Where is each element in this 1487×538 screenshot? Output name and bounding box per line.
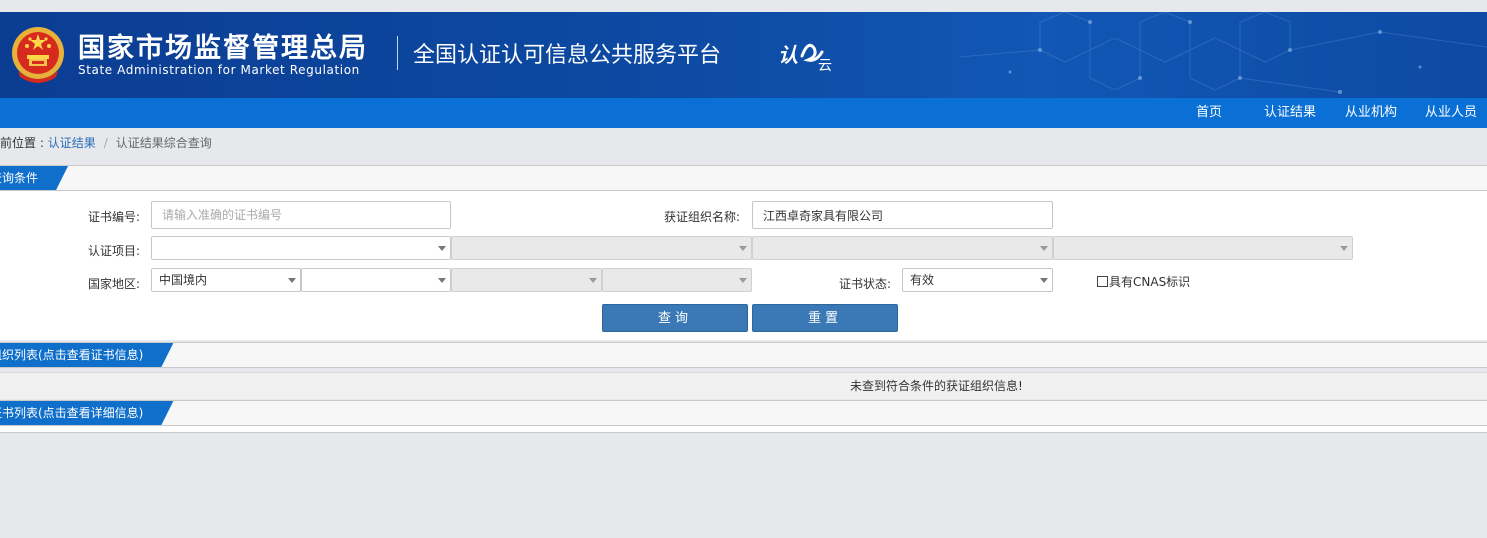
- region-label: 国家地区:: [88, 277, 141, 291]
- chevron-down-icon: [1340, 246, 1348, 251]
- breadcrumb-link-cert-results[interactable]: 认证结果: [48, 136, 96, 150]
- org-list-section-bar: 组织列表(点击查看证书信息): [0, 342, 1487, 368]
- project-label: 认证项目:: [88, 244, 141, 258]
- logo-char-ren: 认: [778, 43, 798, 67]
- org-name-input[interactable]: [752, 201, 1053, 229]
- org-name-en: State Administration for Market Regulati…: [78, 63, 360, 77]
- breadcrumb-separator: /: [103, 136, 108, 150]
- status-select-value: 有效: [910, 273, 935, 287]
- breadcrumb-current: 认证结果综合查询: [115, 136, 212, 150]
- logo-char-yun: 云: [818, 58, 832, 74]
- nav-institutions[interactable]: 从业机构: [1345, 98, 1397, 128]
- site-header: 国家市场监督管理总局 State Administration for Mark…: [0, 12, 1487, 98]
- cert-list-section-title: 证书列表(点击查看详细信息): [0, 406, 144, 420]
- cert-no-input[interactable]: [151, 201, 451, 229]
- project-select-3[interactable]: [752, 236, 1053, 260]
- cert-no-label: 证书编号:: [88, 210, 141, 224]
- reset-button[interactable]: 重置: [752, 304, 898, 332]
- cert-list-body: [0, 426, 1487, 433]
- chevron-down-icon: [1040, 246, 1048, 251]
- query-section-tab: 查询条件: [0, 166, 68, 190]
- cnas-checkbox-wrap[interactable]: 具有CNAS标识: [1097, 273, 1190, 290]
- breadcrumb: 当前位置 : 认证结果 / 认证结果综合查询: [0, 128, 1487, 158]
- chevron-down-icon: [438, 278, 446, 283]
- cnas-label: 具有CNAS标识: [1109, 275, 1191, 289]
- org-list-empty-message: 未查到符合条件的获证组织信息!: [850, 379, 1023, 393]
- org-name-cn: 国家市场监督管理总局: [78, 33, 368, 64]
- project-select-4[interactable]: [1053, 236, 1353, 260]
- top-nav: 首页 认证结果 从业机构 从业人员: [0, 98, 1487, 128]
- national-emblem-icon: [12, 27, 64, 83]
- project-select-1[interactable]: [151, 236, 451, 260]
- chevron-down-icon: [438, 246, 446, 251]
- org-list-section-title: 组织列表(点击查看证书信息): [0, 348, 144, 362]
- region-select-district[interactable]: [602, 268, 752, 292]
- region-select-country-value: 中国境内: [159, 273, 208, 287]
- nav-home[interactable]: 首页: [1196, 98, 1222, 128]
- org-list-empty: 未查到符合条件的获证组织信息!: [0, 372, 1487, 399]
- nav-cert-results[interactable]: 认证结果: [1264, 98, 1316, 128]
- search-button[interactable]: 查询: [602, 304, 748, 332]
- top-strip: [0, 0, 1487, 12]
- region-select-city[interactable]: [451, 268, 602, 292]
- region-select-province[interactable]: [301, 268, 451, 292]
- chevron-down-icon: [739, 246, 747, 251]
- org-list-section-tab: 组织列表(点击查看证书信息): [0, 343, 173, 367]
- header-divider: [397, 36, 398, 70]
- nav-practitioners[interactable]: 从业人员: [1425, 98, 1477, 128]
- query-section-title: 查询条件: [2, 171, 39, 185]
- renzheng-cloud-logo: 认 云: [778, 43, 832, 74]
- chevron-down-icon: [739, 278, 747, 283]
- cert-list-section-tab: 证书列表(点击查看详细信息): [0, 401, 173, 425]
- cnas-checkbox[interactable]: [1097, 276, 1108, 287]
- project-select-2[interactable]: [451, 236, 752, 260]
- chevron-down-icon: [1040, 278, 1048, 283]
- status-label: 证书状态:: [839, 277, 892, 291]
- query-section-bar: 查询条件: [0, 165, 1487, 191]
- status-select[interactable]: 有效: [902, 268, 1053, 292]
- org-name-label: 获证组织名称:: [664, 210, 741, 224]
- region-select-country[interactable]: 中国境内: [151, 268, 301, 292]
- platform-title: 全国认证认可信息公共服务平台: [413, 43, 722, 68]
- cert-list-section-bar: 证书列表(点击查看详细信息): [0, 400, 1487, 426]
- chevron-down-icon: [589, 278, 597, 283]
- breadcrumb-prefix: 当前位置 :: [0, 136, 44, 150]
- chevron-down-icon: [288, 278, 296, 283]
